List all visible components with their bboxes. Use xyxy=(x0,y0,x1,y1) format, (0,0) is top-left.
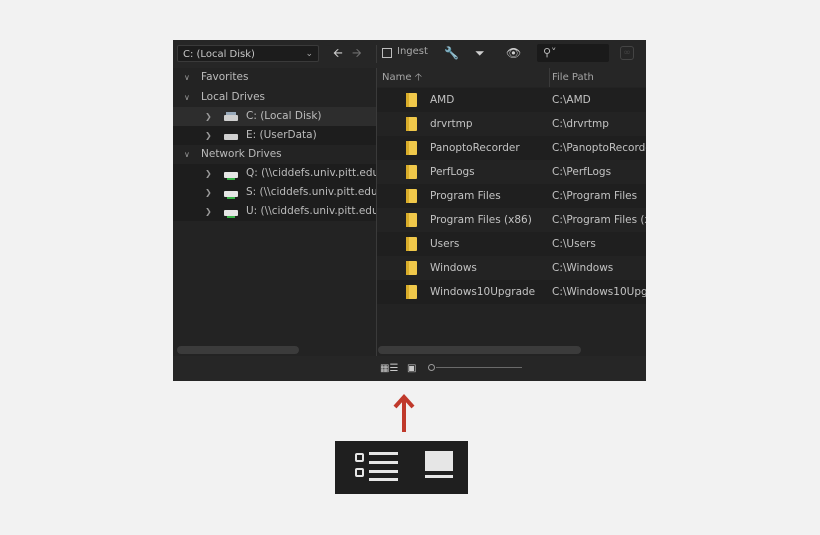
column-header-path[interactable]: File Path xyxy=(552,68,594,87)
view-options-bar: ▦☰ ▣ xyxy=(173,356,646,381)
expand-arrow-icon[interactable]: ∨ xyxy=(184,68,190,87)
folder-icon xyxy=(406,261,417,275)
file-row[interactable]: Windows C:\Windows xyxy=(377,256,646,280)
expand-arrow-icon[interactable]: ∨ xyxy=(184,145,190,164)
red-up-arrow-icon xyxy=(393,394,415,432)
folder-icon xyxy=(406,141,417,155)
chevron-right-icon[interactable]: ❯ xyxy=(205,183,212,202)
tree-item-label: Q: (\\ciddefs.univ.pitt.edu xyxy=(246,167,376,179)
file-name: PanoptoRecorder xyxy=(430,142,520,154)
network-drive-icon xyxy=(224,169,238,180)
file-name: AMD xyxy=(430,94,455,106)
tree-local-drives[interactable]: ∨ Local Drives xyxy=(173,88,376,107)
toolbar-divider xyxy=(376,45,377,63)
file-name: Windows10Upgrade xyxy=(430,286,536,298)
folder-icon xyxy=(406,237,417,251)
file-path: C:\AMD xyxy=(552,94,591,106)
file-row[interactable]: Program Files (x86) C:\Program Files (x86… xyxy=(377,208,646,232)
file-path: C:\PerfLogs xyxy=(552,166,612,178)
back-arrow-icon[interactable]: 🡨 xyxy=(333,46,343,60)
local-drive-icon xyxy=(224,131,238,140)
tree-network-drives[interactable]: ∨ Network Drives xyxy=(173,145,376,164)
tree-network-drives-label: Network Drives xyxy=(201,148,282,160)
file-row[interactable]: PanoptoRecorder C:\PanoptoRecorder xyxy=(377,136,646,160)
filter-icon[interactable]: ⏷ xyxy=(475,46,485,60)
file-name: Program Files xyxy=(430,190,501,202)
column-header-name-label: Name xyxy=(382,72,412,83)
ingest-label: Ingest xyxy=(397,46,428,57)
sort-up-arrow-icon: 🡡 xyxy=(414,72,422,83)
list-view-icon[interactable]: ▦☰ xyxy=(380,363,398,374)
tree-item-label: U: (\\ciddefs.univ.pitt.edu xyxy=(246,205,376,217)
column-divider[interactable] xyxy=(549,68,550,87)
tree-item-label: E: (UserData) xyxy=(246,129,317,141)
wrench-icon[interactable]: 🔧 xyxy=(444,46,459,60)
file-name: drvrtmp xyxy=(430,118,473,130)
drive-dropdown-value: C: (Local Disk) xyxy=(183,49,255,60)
search-input[interactable]: ⚲˅ xyxy=(537,44,609,62)
tree-item-drive-u[interactable]: ❯ U: (\\ciddefs.univ.pitt.edu xyxy=(173,202,376,221)
tree-item-drive-e[interactable]: ❯ E: (UserData) xyxy=(173,126,376,145)
file-path: C:\drvrtmp xyxy=(552,118,609,130)
file-path: C:\Windows xyxy=(552,262,614,274)
drive-dropdown[interactable]: C: (Local Disk) ⌄ xyxy=(177,45,319,62)
tree-item-drive-c[interactable]: ❯ C: (Local Disk) xyxy=(173,107,376,126)
media-browser-panel: C: (Local Disk) ⌄ 🡨 🡪 Ingest 🔧 ⏷ 👁 ⚲˅ ∞ … xyxy=(173,40,646,381)
tree-item-label: S: (\\ciddefs.univ.pitt.edu xyxy=(246,186,376,198)
network-drive-icon xyxy=(224,188,238,199)
tree-horizontal-scrollbar[interactable] xyxy=(177,346,299,354)
file-name: PerfLogs xyxy=(430,166,475,178)
ingest-checkbox[interactable] xyxy=(382,48,392,58)
search-icon: ⚲˅ xyxy=(543,46,557,59)
file-path: C:\Windows10Upgrade xyxy=(552,286,646,298)
thumbnail-view-icon[interactable]: ▣ xyxy=(407,363,416,374)
toolbar: C: (Local Disk) ⌄ 🡨 🡪 Ingest 🔧 ⏷ 👁 ⚲˅ ∞ xyxy=(173,40,646,68)
chevron-right-icon[interactable]: ❯ xyxy=(205,107,212,126)
tree-favorites-label: Favorites xyxy=(201,71,249,83)
file-row[interactable]: Users C:\Users xyxy=(377,232,646,256)
file-path: C:\Program Files (x86) xyxy=(552,214,646,226)
tree-favorites[interactable]: ∨ Favorites xyxy=(173,68,376,87)
chevron-right-icon[interactable]: ❯ xyxy=(205,202,212,221)
file-path: C:\Users xyxy=(552,238,596,250)
zoom-slider-handle[interactable] xyxy=(428,364,435,371)
file-list-horizontal-scrollbar[interactable] xyxy=(378,346,581,354)
forward-arrow-icon[interactable]: 🡪 xyxy=(352,46,362,60)
file-name: Users xyxy=(430,238,460,250)
folder-icon xyxy=(406,285,417,299)
folder-tree: ∨ Favorites ∨ Local Drives ❯ C: (Local D… xyxy=(173,68,376,356)
folder-icon xyxy=(406,189,417,203)
eye-icon[interactable]: 👁 xyxy=(506,46,521,60)
file-row[interactable]: PerfLogs C:\PerfLogs xyxy=(377,160,646,184)
file-name: Program Files (x86) xyxy=(430,214,532,226)
file-path: C:\Program Files xyxy=(552,190,638,202)
file-row[interactable]: Program Files C:\Program Files xyxy=(377,184,646,208)
chevron-down-icon: ⌄ xyxy=(305,49,313,59)
chevron-right-icon[interactable]: ❯ xyxy=(205,126,212,145)
file-row[interactable]: AMD C:\AMD xyxy=(377,88,646,112)
view-toggle-closeup xyxy=(335,441,468,494)
network-drive-icon xyxy=(224,207,238,218)
link-icon[interactable]: ∞ xyxy=(620,46,634,60)
folder-icon xyxy=(406,213,417,227)
tree-item-drive-s[interactable]: ❯ S: (\\ciddefs.univ.pitt.edu xyxy=(173,183,376,202)
expand-arrow-icon[interactable]: ∨ xyxy=(184,88,190,107)
file-row[interactable]: drvrtmp C:\drvrtmp xyxy=(377,112,646,136)
file-name: Windows xyxy=(430,262,477,274)
file-list: Name 🡡 File Path AMD C:\AMD drvrtmp C:\drv… xyxy=(377,68,646,356)
tree-item-drive-q[interactable]: ❯ Q: (\\ciddefs.univ.pitt.edu xyxy=(173,164,376,183)
tree-local-drives-label: Local Drives xyxy=(201,91,266,103)
zoom-slider-track[interactable] xyxy=(436,367,522,368)
thumbnail-view-icon[interactable] xyxy=(425,451,453,481)
file-path: C:\PanoptoRecorder xyxy=(552,142,646,154)
folder-icon xyxy=(406,93,417,107)
local-drive-icon xyxy=(224,112,238,121)
folder-icon xyxy=(406,165,417,179)
tree-item-label: C: (Local Disk) xyxy=(246,110,322,122)
folder-icon xyxy=(406,117,417,131)
column-header-name[interactable]: Name 🡡 xyxy=(382,68,422,87)
chevron-right-icon[interactable]: ❯ xyxy=(205,164,212,183)
list-view-icon[interactable] xyxy=(355,451,399,481)
file-row[interactable]: Windows10Upgrade C:\Windows10Upgrade xyxy=(377,280,646,304)
